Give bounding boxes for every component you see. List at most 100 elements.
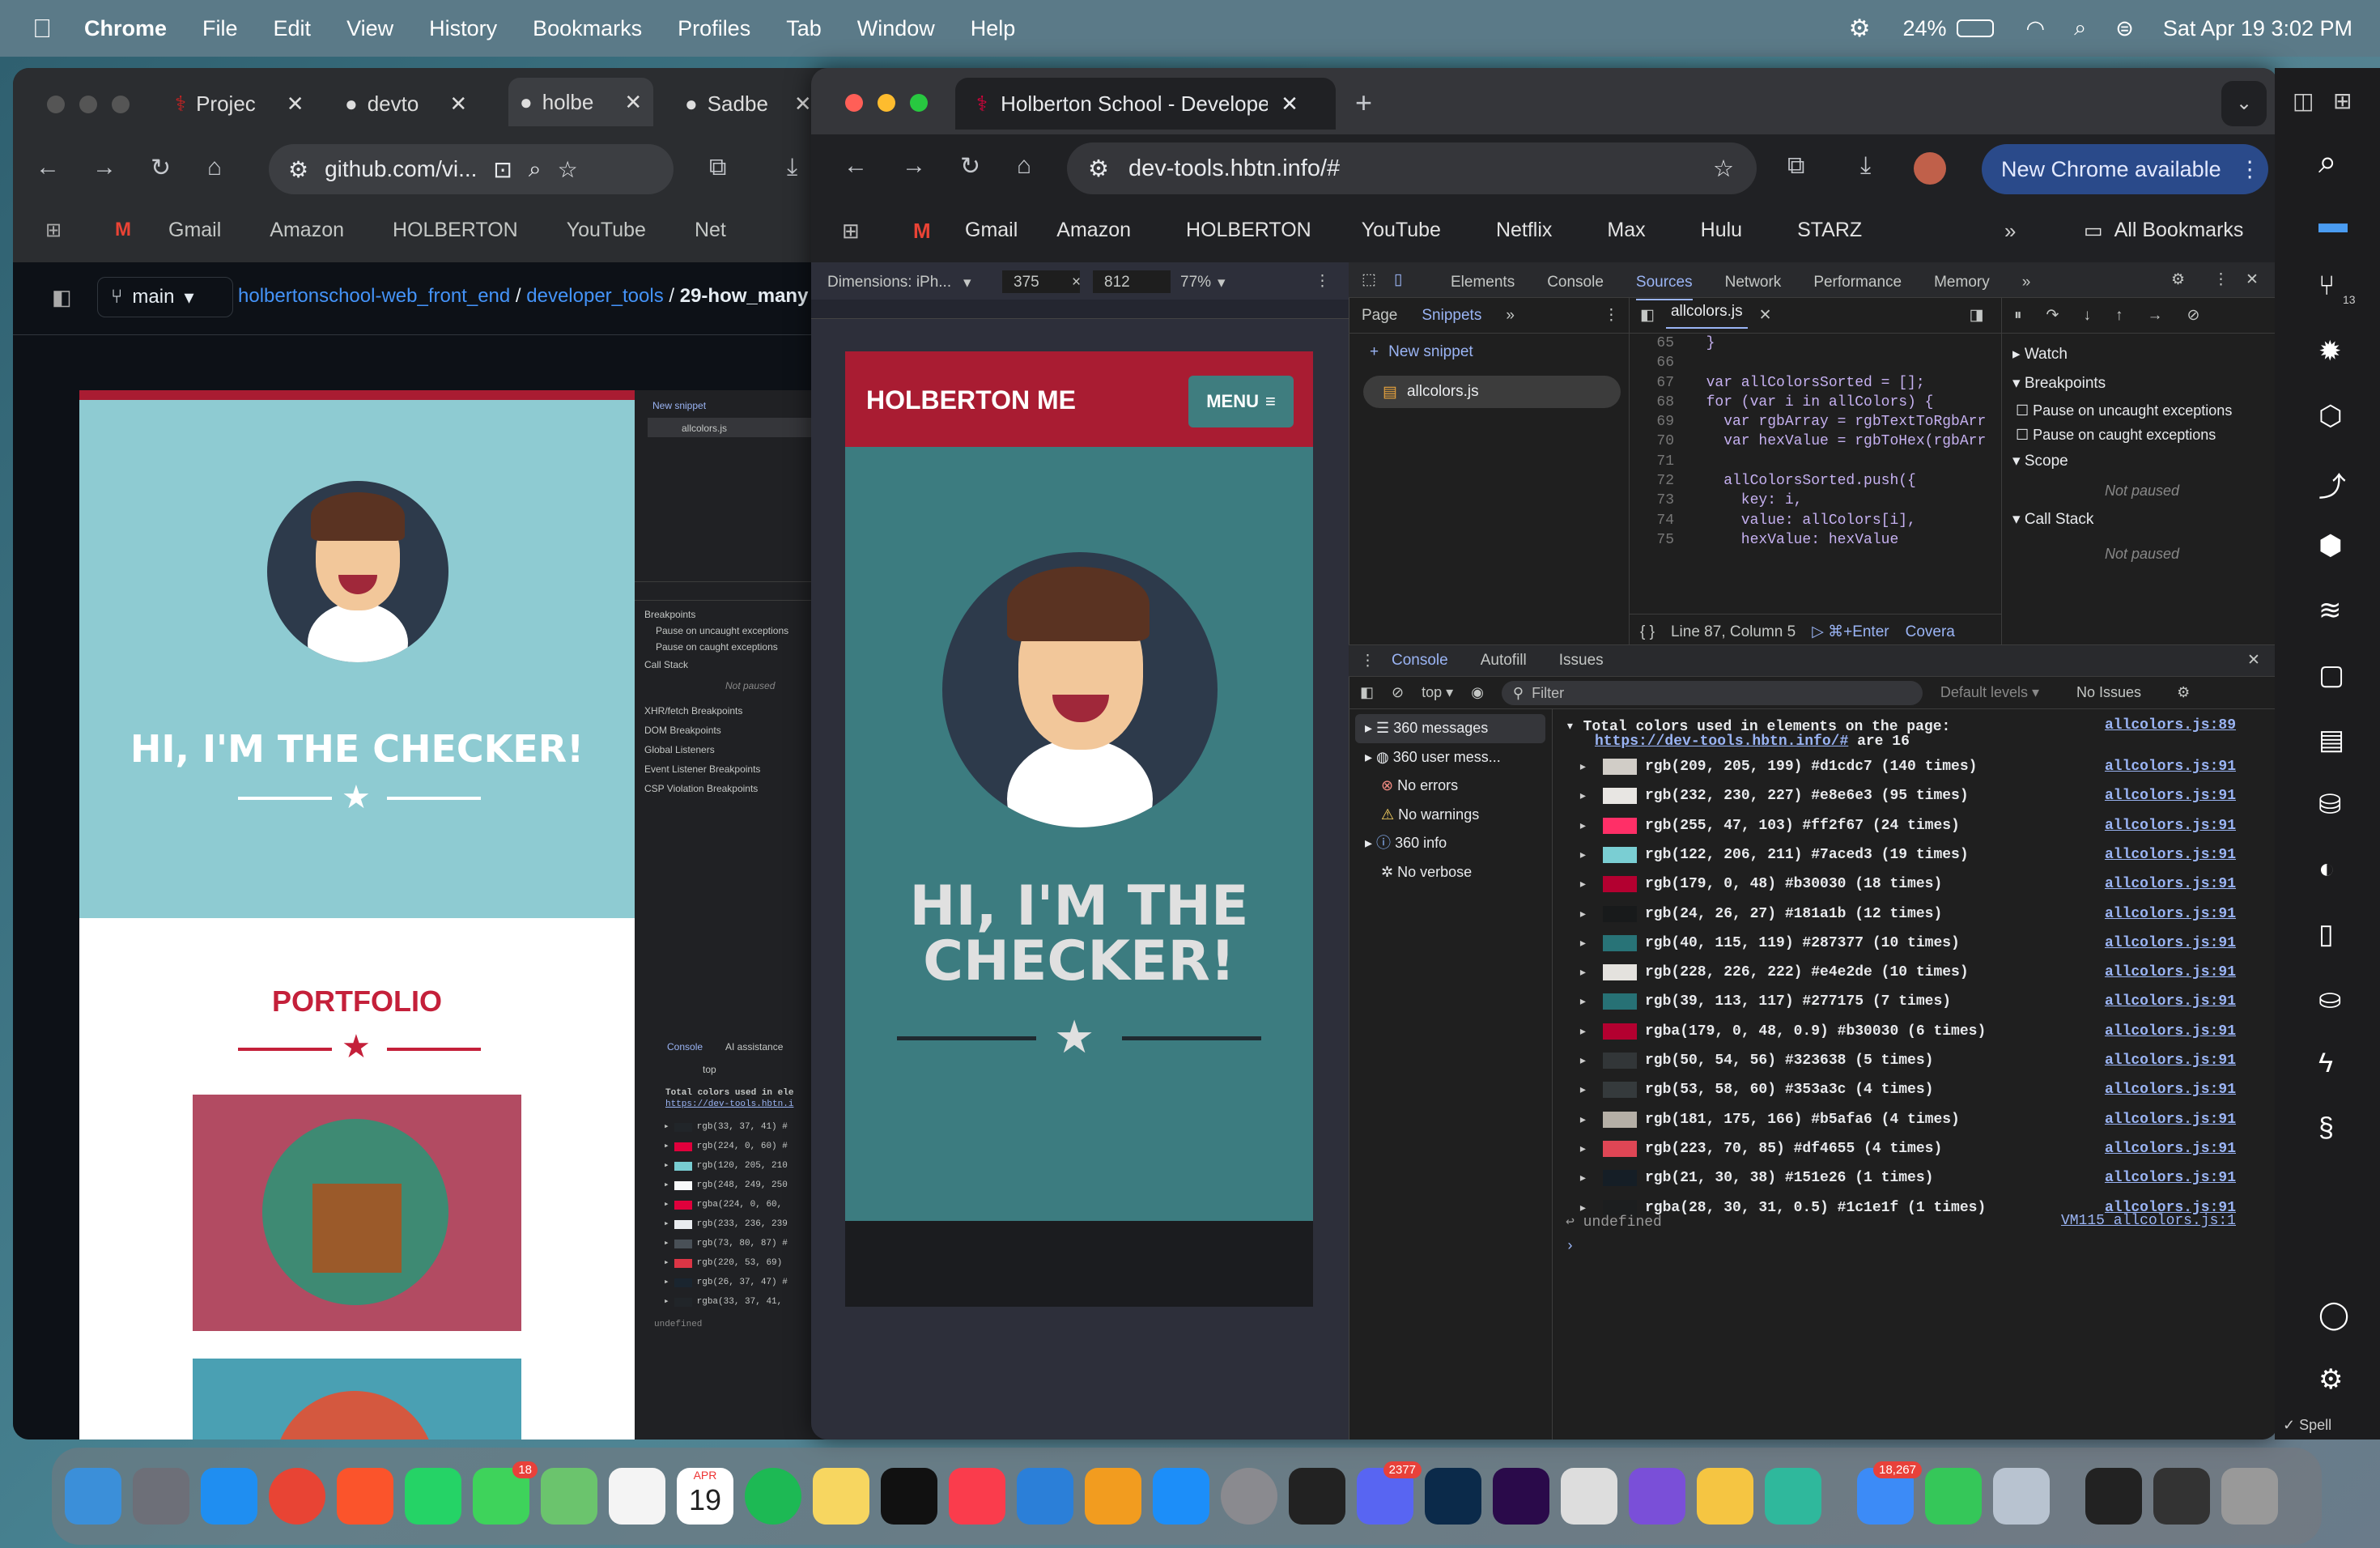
gear-status-icon[interactable]: ⚙ <box>1849 15 1871 43</box>
line-number[interactable]: 68 <box>1629 393 1674 412</box>
close-devtools-icon[interactable]: ✕ <box>2246 270 2259 289</box>
mini-log-row[interactable]: ▸ rgb(220, 53, 69) <box>664 1253 788 1273</box>
whatsapp-icon[interactable] <box>405 1468 461 1525</box>
close-tab-icon[interactable]: ✕ <box>1281 91 1298 117</box>
mini-log-row[interactable]: ▸ rgb(224, 0, 60) # <box>664 1137 788 1156</box>
log-row-source-link[interactable]: allcolors.js:91 <box>2105 759 2236 775</box>
bookmark-netflix[interactable]: Net <box>695 219 726 242</box>
notes-icon[interactable] <box>813 1468 869 1525</box>
expand-arrow-icon[interactable]: ▸ <box>1579 846 1603 864</box>
log-row[interactable]: ▸ rgb(40, 115, 119) #287377 (10 times) all… <box>1554 929 2278 957</box>
snippet-item[interactable]: ▤ allcolors.js <box>1363 376 1621 408</box>
minimize-window-button[interactable] <box>878 94 895 112</box>
split-view-icon[interactable]: ◫ <box>2293 87 2314 114</box>
back-icon[interactable]: ← <box>844 152 868 180</box>
chevron-down-icon[interactable]: ▾ <box>963 274 971 292</box>
spell-check-status[interactable]: ✓ Spell <box>2283 1417 2331 1434</box>
mini-log-row[interactable]: ▸ rgba(224, 0, 60, <box>664 1195 788 1214</box>
close-tab-icon[interactable]: ✕ <box>794 91 812 117</box>
log-source-link[interactable]: allcolors.js:89 <box>2105 717 2236 734</box>
facetime-icon[interactable] <box>1925 1468 1982 1525</box>
toggle-debugger-icon[interactable]: ◨ <box>1970 306 1984 325</box>
folder-icon[interactable]: ▬ <box>2318 206 2348 240</box>
line-number[interactable]: 72 <box>1629 471 1674 491</box>
line-number[interactable]: 75 <box>1629 530 1674 550</box>
context-selector[interactable]: top ▾ <box>1422 684 1453 701</box>
tab-projects[interactable]: ⚕ Projec ✕ <box>175 79 304 128</box>
console-filter-input[interactable]: ⚲ Filter <box>1501 680 1923 705</box>
menubar-datetime[interactable]: Sat Apr 19 3:02 PM <box>2163 16 2352 41</box>
sidebar-info[interactable]: ▸ ⓘ 360 info <box>1349 829 1552 858</box>
menu-app-name[interactable]: Chrome <box>84 16 167 41</box>
account-icon[interactable]: ◯ <box>2318 1299 2349 1331</box>
cube-icon[interactable]: ⬢ <box>2318 529 2343 562</box>
mini-pause-caught[interactable]: Pause on caught exceptions <box>656 641 778 653</box>
mini-section[interactable]: XHR/fetch Breakpoints <box>644 701 760 721</box>
expand-arrow-icon[interactable]: ▸ <box>664 1234 669 1253</box>
log-row-source-link[interactable]: allcolors.js:91 <box>2105 818 2236 834</box>
mail-icon[interactable]: 18,267 <box>1857 1461 1922 1525</box>
console-settings-icon[interactable]: ⚙ <box>2177 684 2190 701</box>
log-header-url[interactable]: https://dev-tools.hbtn.info/# <box>1595 734 1848 750</box>
sidebar-toggle-icon[interactable]: ◧ <box>1360 684 1374 701</box>
finder-icon[interactable] <box>65 1468 121 1525</box>
run-snippet-button[interactable]: ▷ ⌘+Enter <box>1812 623 1889 641</box>
log-row[interactable]: ▸ rgb(223, 70, 85) #df4655 (4 times) allco… <box>1554 1135 2278 1163</box>
code-line[interactable]: 71 <box>1629 452 2001 471</box>
log-row-source-link[interactable]: allcolors.js:91 <box>2105 847 2236 863</box>
preview-icon[interactable] <box>1993 1468 2050 1525</box>
expand-arrow-icon[interactable]: ▸ <box>664 1137 669 1156</box>
close-window-button[interactable] <box>47 96 65 113</box>
new-chrome-available-button[interactable]: New Chrome available ⋮ <box>1982 144 2268 194</box>
log-row[interactable]: ▸ rgb(122, 206, 211) #7aced3 (19 times) al… <box>1554 841 2278 869</box>
recent-window-thumbnail[interactable] <box>2085 1468 2142 1525</box>
download-icon[interactable]: ⤓ <box>1860 152 1871 180</box>
mini-section[interactable]: DOM Breakpoints <box>644 721 760 740</box>
log-row[interactable]: ▸ rgb(24, 26, 27) #181a1b (12 times) allco… <box>1554 900 2278 928</box>
log-header[interactable]: ▾ Total colors used in elements on the p… <box>1566 717 1950 735</box>
more-vert-icon[interactable]: ⋮ <box>2213 270 2229 289</box>
log-row-source-link[interactable]: allcolors.js:91 <box>2105 1141 2236 1157</box>
chat-icon[interactable]: ▢ <box>2318 659 2344 691</box>
menu-tab[interactable]: Tab <box>786 16 822 41</box>
portfolio-card[interactable] <box>193 1359 521 1440</box>
line-number[interactable]: 70 <box>1629 432 1674 451</box>
device-toggle-icon[interactable]: ▯ <box>1394 270 1402 289</box>
tab-holberton-active[interactable]: ● holbe ✕ <box>508 78 654 126</box>
minimize-window-button[interactable] <box>79 96 97 113</box>
expand-arrow-icon[interactable]: ▸ <box>664 1273 669 1292</box>
chatgpt-icon[interactable] <box>1289 1468 1345 1525</box>
drawer-menu-icon[interactable]: ⋮ <box>1360 652 1375 670</box>
cylinder-icon[interactable]: ⛀ <box>2318 983 2342 1015</box>
expand-arrow-icon[interactable]: ▸ <box>1579 758 1603 776</box>
code-editor[interactable]: 65 } 66 67 var allColorsSorted = []; 68 for… <box>1629 334 2001 614</box>
safari-icon[interactable] <box>201 1468 257 1525</box>
tab-holberton-devtools[interactable]: ⚕ Holberton School - Developer ✕ <box>955 78 1336 130</box>
log-row-source-link[interactable]: allcolors.js:91 <box>2105 1023 2236 1040</box>
close-window-button[interactable] <box>845 94 863 112</box>
open-file-tab[interactable]: allcolors.js <box>1665 303 1748 329</box>
site-info-icon[interactable]: ⚙ <box>1088 155 1109 183</box>
address-bar[interactable]: ⚙ dev-tools.hbtn.info/# ☆ <box>1067 142 1757 194</box>
expand-arrow-icon[interactable]: ▸ <box>664 1117 669 1137</box>
bookmark-max[interactable]: Max <box>1607 219 1645 242</box>
inspect-element-icon[interactable]: ⬚ <box>1362 270 1376 289</box>
log-levels-selector[interactable]: Default levels ▾ <box>1940 684 2039 701</box>
book-icon[interactable]: ▯ <box>2318 918 2334 950</box>
slack-icon[interactable] <box>1629 1468 1685 1525</box>
code-line[interactable]: 75 hexValue: hexValue <box>1629 530 2001 550</box>
apple-tv-icon[interactable] <box>881 1468 937 1525</box>
forward-icon[interactable]: → <box>92 154 117 181</box>
mini-log-row[interactable]: ▸ rgb(233, 236, 239 <box>664 1214 788 1234</box>
discord-icon[interactable]: 2377 <box>1357 1461 1422 1525</box>
issues-counter[interactable]: No Issues <box>2076 684 2141 701</box>
expand-arrow-icon[interactable]: ▸ <box>1579 1052 1603 1070</box>
tab-devtools[interactable]: ● devto ✕ <box>345 79 467 128</box>
log-row-source-link[interactable]: allcolors.js:91 <box>2105 1053 2236 1069</box>
vscode-icon[interactable] <box>1017 1468 1073 1525</box>
device-selector[interactable]: Dimensions: iPh... <box>827 274 951 291</box>
log-row[interactable]: ▸ rgb(228, 226, 222) #e4e2de (10 times) al… <box>1554 959 2278 986</box>
mini-console-tab[interactable]: Console <box>667 1041 703 1053</box>
bookmark-youtube[interactable]: YouTube <box>1362 219 1441 242</box>
mini-new-snippet[interactable]: New snippet <box>652 400 706 411</box>
